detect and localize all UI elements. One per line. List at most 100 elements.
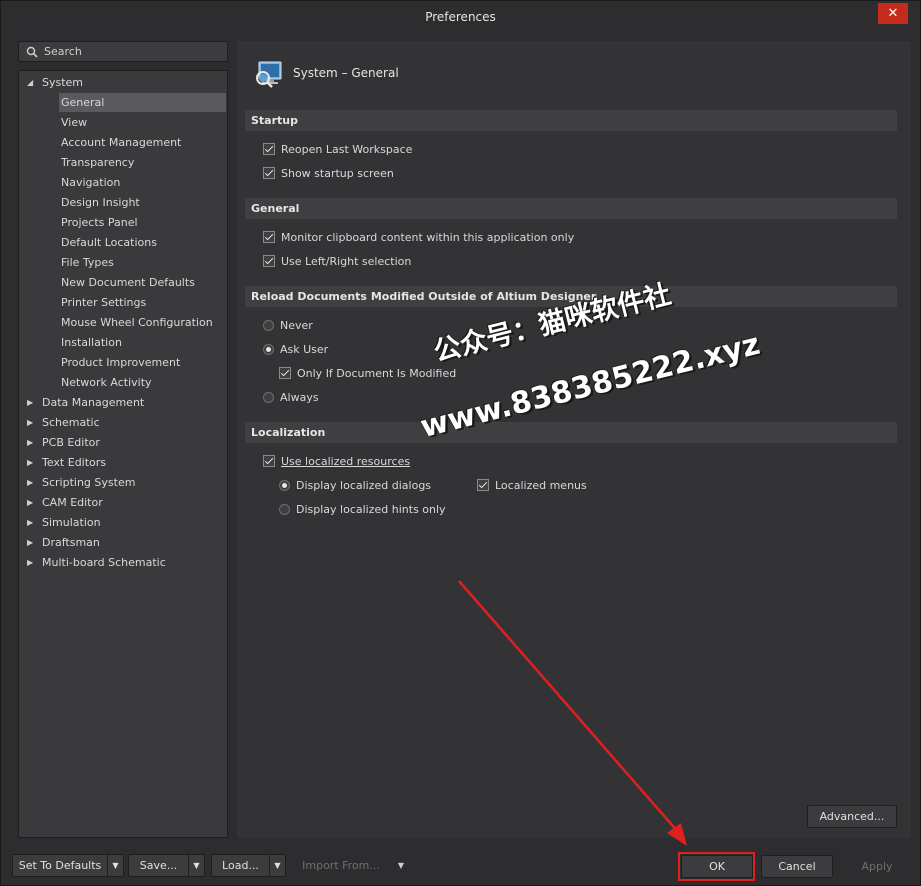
tree-item-mouse-wheel-configuration[interactable]: Mouse Wheel Configuration <box>59 313 226 332</box>
tree-item-label: PCB Editor <box>42 436 100 449</box>
checkbox-label: Reopen Last Workspace <box>281 143 413 156</box>
radio-label: Always <box>280 391 319 404</box>
radio-circle[interactable] <box>279 504 290 515</box>
tree-item-network-activity[interactable]: Network Activity <box>59 373 226 392</box>
radio-display-localized-dialogs[interactable]: Display localized dialogs <box>279 477 431 495</box>
title-bar: Preferences ✕ <box>1 1 920 33</box>
tree-item-product-improvement[interactable]: Product Improvement <box>59 353 226 372</box>
import-from-button[interactable]: Import From... ▼ <box>292 854 410 877</box>
tree-item-view[interactable]: View <box>59 113 226 132</box>
search-placeholder: Search <box>44 45 82 58</box>
chevron-down-icon[interactable]: ▼ <box>393 855 409 876</box>
tree-item-general[interactable]: General <box>59 93 226 112</box>
search-icon <box>26 46 38 58</box>
checkbox-show-startup-screen[interactable]: Show startup screen <box>263 165 394 183</box>
tree-item-installation[interactable]: Installation <box>59 333 226 352</box>
collapsed-caret-icon[interactable]: ▶ <box>27 413 33 432</box>
tree-item-cam-editor[interactable]: ▶ CAM Editor <box>27 493 103 512</box>
chevron-down-icon[interactable]: ▼ <box>188 855 204 876</box>
collapsed-caret-icon[interactable]: ▶ <box>27 473 33 492</box>
radio-always[interactable]: Always <box>263 389 319 407</box>
system-general-icon <box>256 61 282 88</box>
button-label: Save... <box>139 859 178 872</box>
tree-item-default-locations[interactable]: Default Locations <box>59 233 226 252</box>
tree-item-projects-panel[interactable]: Projects Panel <box>59 213 226 232</box>
tree-item-transparency[interactable]: Transparency <box>59 153 226 172</box>
tree-item-label: General <box>61 96 105 109</box>
checkbox-label: Localized menus <box>495 479 587 492</box>
checkbox-box[interactable] <box>263 167 275 179</box>
checkbox-box[interactable] <box>279 367 291 379</box>
radio-label: Display localized dialogs <box>296 479 432 492</box>
checkbox-box[interactable] <box>477 479 489 491</box>
tree-item-account-management[interactable]: Account Management <box>59 133 226 152</box>
advanced-button[interactable]: Advanced... <box>807 805 897 828</box>
collapsed-caret-icon[interactable]: ▶ <box>27 433 33 452</box>
checkbox-box[interactable] <box>263 255 275 267</box>
radio-circle[interactable] <box>263 344 274 355</box>
save-button[interactable]: Save... ▼ <box>128 854 205 877</box>
checkbox-monitor-clipboard[interactable]: Monitor clipboard content within this ap… <box>263 229 574 247</box>
radio-display-localized-hints[interactable]: Display localized hints only <box>279 501 446 519</box>
radio-label: Display localized hints only <box>296 503 446 516</box>
radio-ask-user[interactable]: Ask User <box>263 341 328 359</box>
tree-item-label: Mouse Wheel Configuration <box>61 316 213 329</box>
tree-item-label: Design Insight <box>61 196 140 209</box>
load-button[interactable]: Load... ▼ <box>211 854 286 877</box>
tree-item-pcb-editor[interactable]: ▶ PCB Editor <box>27 433 100 452</box>
collapsed-caret-icon[interactable]: ▶ <box>27 453 33 472</box>
tree-item-new-document-defaults[interactable]: New Document Defaults <box>59 273 226 292</box>
tree-item-file-types[interactable]: File Types <box>59 253 226 272</box>
checkbox-label: Use localized resources <box>281 455 411 468</box>
tree-item-text-editors[interactable]: ▶ Text Editors <box>27 453 106 472</box>
tree-item-label: Network Activity <box>61 376 152 389</box>
tree-item-label: Installation <box>61 336 122 349</box>
radio-never[interactable]: Never <box>263 317 313 335</box>
tree-item-data-management[interactable]: ▶ Data Management <box>27 393 144 412</box>
checkbox-label: Use Left/Right selection <box>281 255 412 268</box>
button-label: Load... <box>222 859 259 872</box>
tree-item-draftsman[interactable]: ▶ Draftsman <box>27 533 100 552</box>
collapsed-caret-icon[interactable]: ▶ <box>27 393 33 412</box>
tree-item-label: Projects Panel <box>61 216 138 229</box>
checkbox-localized-menus[interactable]: Localized menus <box>477 477 587 495</box>
tree-item-schematic[interactable]: ▶ Schematic <box>27 413 100 432</box>
tree-item-label: Account Management <box>61 136 182 149</box>
checkbox-box[interactable] <box>263 231 275 243</box>
tree-item-label: Default Locations <box>61 236 157 249</box>
radio-circle[interactable] <box>279 480 290 491</box>
close-icon: ✕ <box>887 6 899 21</box>
close-button[interactable]: ✕ <box>878 3 908 24</box>
tree-item-scripting-system[interactable]: ▶ Scripting System <box>27 473 135 492</box>
checkbox-only-if-modified[interactable]: Only If Document Is Modified <box>279 365 456 383</box>
chevron-down-icon[interactable]: ▼ <box>107 855 123 876</box>
collapsed-caret-icon[interactable]: ▶ <box>27 513 33 532</box>
tree-item-label: Navigation <box>61 176 121 189</box>
preferences-window: Preferences ✕ Search ◢ System General Vie… <box>0 0 921 886</box>
checkbox-box[interactable] <box>263 143 275 155</box>
cancel-button[interactable]: Cancel <box>761 855 833 878</box>
collapsed-caret-icon[interactable]: ▶ <box>27 553 33 572</box>
tree-item-printer-settings[interactable]: Printer Settings <box>59 293 226 312</box>
chevron-down-icon[interactable]: ▼ <box>269 855 285 876</box>
tree-item-label: Product Improvement <box>61 356 181 369</box>
tree-item-label: File Types <box>61 256 114 269</box>
search-input[interactable]: Search <box>18 41 228 62</box>
set-to-defaults-button[interactable]: Set To Defaults ▼ <box>12 854 124 877</box>
collapsed-caret-icon[interactable]: ▶ <box>27 493 33 512</box>
tree-item-navigation[interactable]: Navigation <box>59 173 226 192</box>
window-title: Preferences <box>425 10 496 24</box>
tree-item-simulation[interactable]: ▶ Simulation <box>27 513 101 532</box>
tree-item-system[interactable]: ◢ System <box>27 73 83 92</box>
checkbox-box[interactable] <box>263 455 275 467</box>
apply-button[interactable]: Apply <box>841 855 913 878</box>
expanded-caret-icon[interactable]: ◢ <box>27 73 33 92</box>
checkbox-reopen-last-workspace[interactable]: Reopen Last Workspace <box>263 141 412 159</box>
radio-circle[interactable] <box>263 392 274 403</box>
tree-item-multi-board-schematic[interactable]: ▶ Multi-board Schematic <box>27 553 166 572</box>
tree-item-design-insight[interactable]: Design Insight <box>59 193 226 212</box>
checkbox-use-localized-resources[interactable]: Use localized resources <box>263 453 410 471</box>
checkbox-left-right-selection[interactable]: Use Left/Right selection <box>263 253 411 271</box>
collapsed-caret-icon[interactable]: ▶ <box>27 533 33 552</box>
radio-circle[interactable] <box>263 320 274 331</box>
